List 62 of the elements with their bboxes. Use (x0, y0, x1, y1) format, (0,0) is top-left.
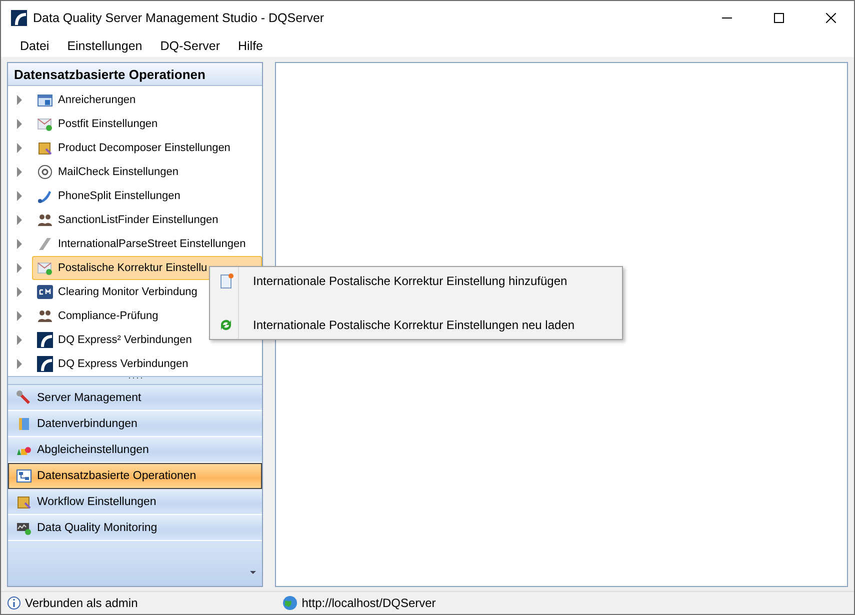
menu-item[interactable]: Einstellungen (58, 39, 152, 53)
tree-item[interactable]: Compliance-Prüfung (32, 304, 164, 328)
navigation-button[interactable]: Datenverbindungen (8, 411, 262, 437)
table-icon (37, 92, 53, 108)
tree-item[interactable]: MailCheck Einstellungen (32, 160, 184, 184)
window-title: Data Quality Server Management Studio - DQServer (33, 11, 326, 25)
navigation-button[interactable]: Server Management (8, 385, 262, 411)
envelope-icon (37, 116, 53, 132)
tree-item[interactable]: DQ Express Verbindungen (32, 352, 194, 376)
cm-icon (37, 284, 53, 300)
refresh-icon (218, 317, 234, 333)
grip-icon (128, 377, 142, 380)
tree-item[interactable]: DQ Express² Verbindungen (32, 328, 197, 352)
road-icon (37, 236, 53, 252)
box-icon (37, 140, 53, 156)
panel-header: Datensatzbasierte Operationen (8, 63, 262, 86)
logo-icon (37, 356, 53, 372)
wrench-icon (16, 390, 32, 406)
database-icon (16, 416, 32, 432)
tree-item[interactable]: Anreicherungen (32, 88, 141, 112)
navigation-button[interactable]: Data Quality Monitoring (8, 515, 262, 541)
tree-item[interactable]: Clearing Monitor Verbindung (32, 280, 202, 304)
expand-arrow-icon[interactable] (17, 143, 22, 153)
new-page-icon (218, 273, 234, 289)
phone-icon (37, 188, 53, 204)
menu-item[interactable]: DQ-Server (151, 39, 229, 53)
context-menu-item[interactable]: Internationale Postalische Korrektur Einstellungen neu laden (212, 313, 620, 337)
expand-arrow-icon[interactable] (17, 287, 22, 297)
status-text: Verbunden als admin (25, 596, 138, 610)
expand-arrow-icon[interactable] (17, 167, 22, 177)
server-url: http://localhost/DQServer (302, 596, 436, 610)
expand-arrow-icon[interactable] (17, 239, 22, 249)
tree-item[interactable]: Postfit Einstellungen (32, 112, 163, 136)
navigation-button[interactable]: Abgleicheinstellungen (8, 437, 262, 463)
expand-arrow-icon[interactable] (17, 191, 22, 201)
people-icon (37, 212, 53, 228)
tree-item[interactable]: SanctionListFinder Einstellungen (32, 208, 224, 232)
tree-item[interactable]: PhoneSplit Einstellungen (32, 184, 186, 208)
expand-arrow-icon[interactable] (17, 215, 22, 225)
expand-arrow-icon[interactable] (17, 311, 22, 321)
close-icon (826, 13, 836, 23)
expand-arrow-icon[interactable] (17, 119, 22, 129)
menu-item[interactable]: Datei (11, 39, 58, 53)
globe-icon (282, 595, 298, 611)
expand-arrow-icon[interactable] (17, 359, 22, 369)
expand-arrow-icon[interactable] (17, 263, 22, 273)
flowchart-icon (16, 468, 32, 484)
navigation-button[interactable]: Datensatzbasierte Operationen (8, 463, 262, 489)
envelope-icon (37, 260, 53, 276)
chevron-icon[interactable] (250, 571, 256, 574)
logo-icon (11, 10, 27, 26)
logo-icon (37, 332, 53, 348)
info-icon (7, 596, 21, 610)
tree-item[interactable]: InternationalParseStreet Einstellungen (32, 232, 251, 256)
box-icon (16, 494, 32, 510)
expand-arrow-icon[interactable] (17, 95, 22, 105)
expand-arrow-icon[interactable] (17, 335, 22, 345)
menu-item[interactable]: Hilfe (228, 39, 272, 53)
maximize-icon (774, 13, 784, 23)
tree-item[interactable]: Product Decomposer Einstellungen (32, 136, 236, 160)
people-icon (37, 308, 53, 324)
navigation-button[interactable]: Workflow Einstellungen (8, 489, 262, 515)
